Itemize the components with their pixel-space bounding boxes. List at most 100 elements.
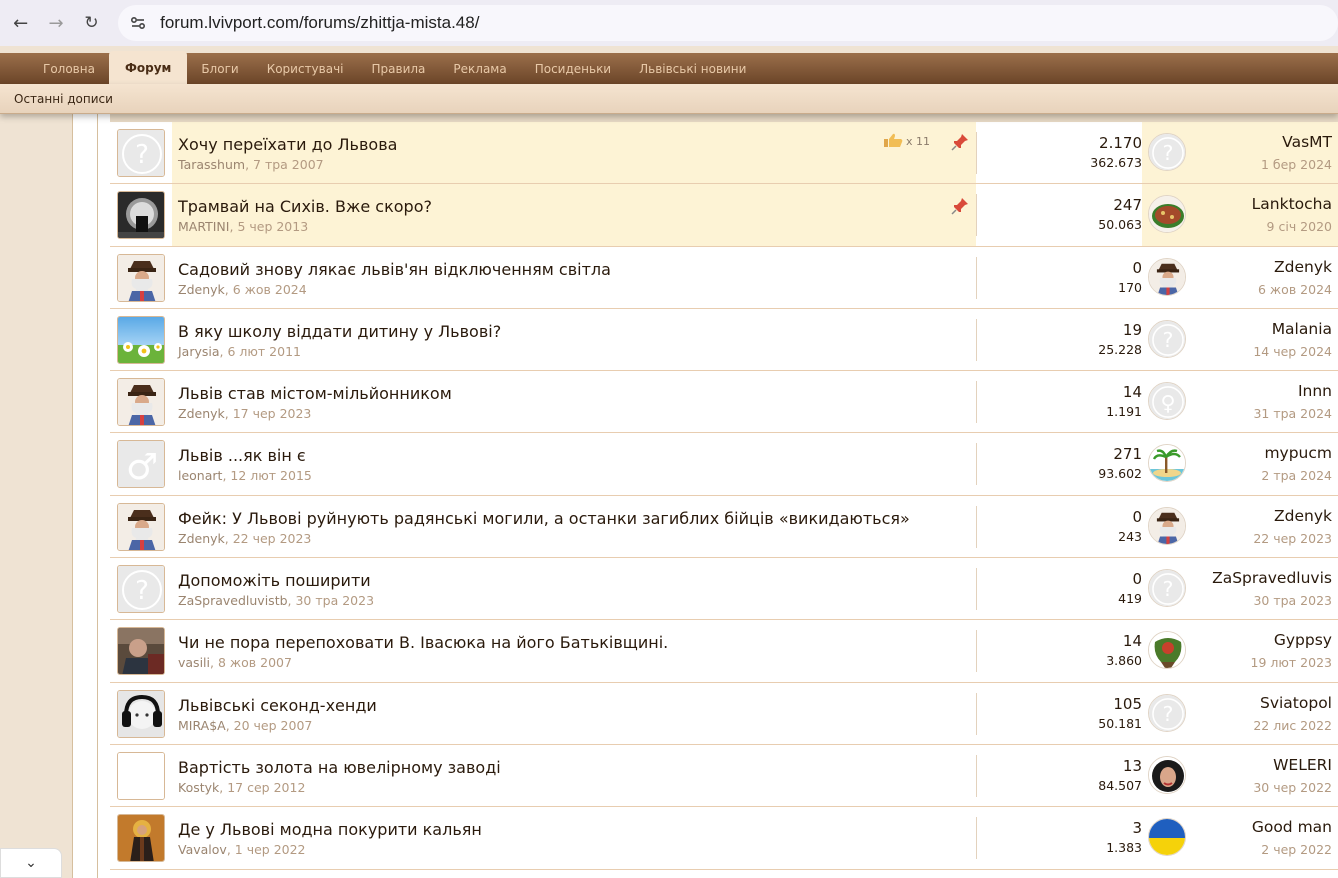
last-post-date[interactable]: 30 тра 2023 bbox=[1253, 593, 1332, 608]
forward-arrow-icon[interactable]: → bbox=[43, 10, 68, 36]
thread-author-link[interactable]: Zdenyk bbox=[178, 406, 225, 421]
author-avatar[interactable]: ♂ bbox=[117, 440, 165, 489]
last-poster-link[interactable]: ZaSpravedluvis bbox=[1212, 569, 1332, 587]
thread-author-link[interactable]: MIRA$A bbox=[178, 718, 226, 733]
last-post-date[interactable]: 22 чер 2023 bbox=[1253, 531, 1332, 546]
author-avatar[interactable] bbox=[117, 627, 165, 676]
last-post-date[interactable]: 6 жов 2024 bbox=[1258, 282, 1332, 297]
author-avatar[interactable] bbox=[117, 253, 165, 302]
thread-title-link[interactable]: Вартість золота на ювелірному заводі bbox=[178, 758, 501, 777]
back-arrow-icon[interactable]: ← bbox=[8, 10, 33, 36]
thread-title-link[interactable]: Допоможіть поширити bbox=[178, 571, 371, 590]
last-post-date[interactable]: 30 чер 2022 bbox=[1253, 780, 1332, 795]
thread-title-link[interactable]: Чи не пора перепоховати В. Івасюка на йо… bbox=[178, 633, 668, 652]
last-poster-avatar[interactable] bbox=[1148, 506, 1186, 545]
last-poster-avatar[interactable] bbox=[1148, 631, 1186, 670]
thread-row[interactable]: Трамвай на Сихів. Вже скоро? MARTINI, 5 … bbox=[110, 184, 1338, 247]
author-avatar[interactable] bbox=[117, 502, 165, 551]
last-poster-link[interactable]: Malania bbox=[1272, 320, 1332, 338]
thread-author-link[interactable]: Zdenyk bbox=[178, 531, 225, 546]
last-poster-link[interactable]: Zdenyk bbox=[1274, 258, 1332, 276]
thread-author-link[interactable]: MARTINI bbox=[178, 219, 229, 234]
thread-row[interactable]: ♂ Львів ...як він є leonart, 12 лют 2015… bbox=[110, 433, 1338, 496]
last-poster-avatar[interactable] bbox=[1148, 444, 1186, 483]
tab-0[interactable]: Головна bbox=[0, 53, 109, 84]
thread-title-link[interactable]: Львів ...як він є bbox=[178, 446, 306, 465]
address-bar[interactable]: forum.lvivport.com/forums/zhittja-mista.… bbox=[118, 5, 1338, 41]
thread-author-link[interactable]: Jarysia bbox=[178, 344, 220, 359]
site-settings-icon[interactable] bbox=[128, 13, 148, 33]
last-poster-link[interactable]: VasMT bbox=[1282, 133, 1332, 151]
last-poster-avatar[interactable] bbox=[1148, 195, 1186, 234]
tab-3[interactable]: Користувачі bbox=[253, 53, 358, 84]
last-poster-link[interactable]: Gyppsy bbox=[1274, 631, 1332, 649]
tab-5[interactable]: Реклама bbox=[439, 53, 520, 84]
thread-row[interactable]: Фейк: У Львові руйнують радянські могили… bbox=[110, 495, 1338, 559]
tab-6[interactable]: Посиденьки bbox=[521, 53, 625, 84]
thread-start-date[interactable]: 6 жов 2024 bbox=[233, 282, 307, 297]
thread-row[interactable]: ? Хочу переїхати до Львова Tarasshum, 7 … bbox=[110, 122, 1338, 185]
thread-row[interactable]: Де у Львові модна покурити кальян Vavalo… bbox=[110, 807, 1338, 870]
last-poster-link[interactable]: Lanktocha bbox=[1252, 195, 1332, 213]
thread-start-date[interactable]: 1 чер 2022 bbox=[235, 842, 306, 857]
reload-icon[interactable]: ↻ bbox=[79, 10, 104, 36]
thread-row[interactable]: Львів став містом-мільйонником Zdenyk, 1… bbox=[110, 371, 1338, 434]
url-text[interactable]: forum.lvivport.com/forums/zhittja-mista.… bbox=[160, 13, 479, 33]
thread-row[interactable]: Чи не пора перепоховати В. Івасюка на йо… bbox=[110, 620, 1338, 683]
last-post-date[interactable]: 2 тра 2024 bbox=[1261, 468, 1332, 483]
last-post-date[interactable]: 1 бер 2024 bbox=[1261, 157, 1332, 172]
thread-start-date[interactable]: 8 жов 2007 bbox=[218, 655, 292, 670]
author-avatar[interactable] bbox=[117, 191, 165, 240]
thread-row[interactable]: Львівські секонд-хенди MIRA$A, 20 чер 20… bbox=[110, 682, 1338, 745]
last-post-date[interactable]: 19 лют 2023 bbox=[1251, 655, 1332, 670]
recent-posts-link[interactable]: Останні дописи bbox=[14, 92, 113, 106]
thread-title-link[interactable]: Хочу переїхати до Львова bbox=[178, 135, 397, 154]
chevron-down-icon[interactable]: ⌄ bbox=[0, 848, 62, 878]
thread-start-date[interactable]: 17 чер 2023 bbox=[233, 406, 312, 421]
last-poster-link[interactable]: Innn bbox=[1298, 382, 1332, 400]
thread-row[interactable]: Садовий знову лякає львів'ян відключення… bbox=[110, 246, 1338, 309]
thread-title-link[interactable]: Львівські секонд-хенди bbox=[178, 696, 377, 715]
tab-7[interactable]: Львівські новини bbox=[625, 53, 760, 84]
tab-1[interactable]: Форум bbox=[108, 51, 188, 84]
thread-start-date[interactable]: 22 чер 2023 bbox=[233, 531, 312, 546]
last-poster-avatar[interactable] bbox=[1148, 818, 1186, 857]
thread-start-date[interactable]: 17 сер 2012 bbox=[227, 780, 305, 795]
last-post-date[interactable]: 31 тра 2024 bbox=[1253, 406, 1332, 421]
thread-title-link[interactable]: Львів став містом-мільйонником bbox=[178, 384, 452, 403]
last-poster-link[interactable]: WELERI bbox=[1273, 756, 1332, 774]
thread-author-link[interactable]: ZaSpravedluvistb bbox=[178, 593, 288, 608]
last-poster-avatar[interactable] bbox=[1148, 257, 1186, 296]
last-poster-link[interactable]: Zdenyk bbox=[1274, 507, 1332, 525]
last-post-date[interactable]: 22 лис 2022 bbox=[1253, 718, 1332, 733]
thread-start-date[interactable]: 20 чер 2007 bbox=[234, 718, 313, 733]
thread-start-date[interactable]: 5 чер 2013 bbox=[237, 219, 308, 234]
thread-author-link[interactable]: Kostyk bbox=[178, 780, 219, 795]
author-avatar[interactable]: ? bbox=[117, 565, 165, 614]
thread-title-link[interactable]: Садовий знову лякає львів'ян відключення… bbox=[178, 260, 611, 279]
thread-row[interactable]: Вартість золота на ювелірному заводі Kos… bbox=[110, 744, 1338, 808]
last-poster-avatar[interactable] bbox=[1148, 755, 1186, 794]
thread-title-link[interactable]: Фейк: У Львові руйнують радянські могили… bbox=[178, 509, 910, 528]
last-post-date[interactable]: 2 чер 2022 bbox=[1261, 842, 1332, 857]
thread-author-link[interactable]: leonart bbox=[178, 468, 222, 483]
thread-start-date[interactable]: 7 тра 2007 bbox=[253, 157, 324, 172]
author-avatar[interactable]: ? bbox=[117, 129, 165, 177]
last-poster-avatar[interactable]: ? bbox=[1148, 569, 1186, 608]
thread-title-link[interactable]: Де у Львові модна покурити кальян bbox=[178, 820, 482, 839]
last-poster-link[interactable]: Sviatopol bbox=[1260, 694, 1332, 712]
thread-row[interactable]: В яку школу віддати дитину у Львові? Jar… bbox=[110, 308, 1338, 372]
author-avatar[interactable] bbox=[117, 689, 165, 738]
thread-author-link[interactable]: Tarasshum bbox=[178, 157, 245, 172]
author-avatar[interactable] bbox=[117, 378, 165, 427]
last-poster-avatar[interactable]: ? bbox=[1148, 133, 1186, 171]
author-avatar[interactable] bbox=[117, 751, 165, 800]
last-poster-avatar[interactable]: ? bbox=[1148, 319, 1186, 358]
tab-2[interactable]: Блоги bbox=[187, 53, 252, 84]
tab-4[interactable]: Правила bbox=[358, 53, 440, 84]
last-post-date[interactable]: 14 чер 2024 bbox=[1253, 344, 1332, 359]
author-avatar[interactable] bbox=[117, 814, 165, 863]
last-poster-avatar[interactable]: ♀ bbox=[1148, 382, 1186, 421]
thread-title-link[interactable]: Трамвай на Сихів. Вже скоро? bbox=[178, 197, 432, 216]
thread-start-date[interactable]: 6 лют 2011 bbox=[227, 344, 301, 359]
